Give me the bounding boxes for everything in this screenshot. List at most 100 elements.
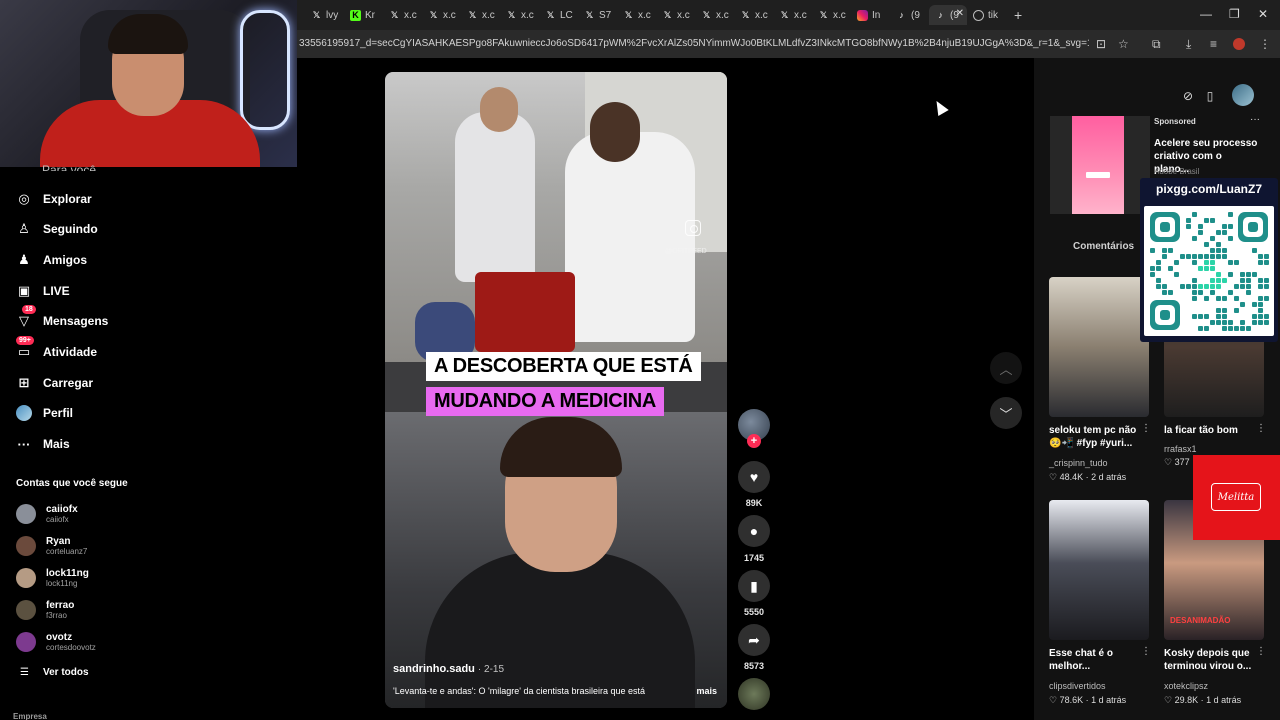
see-all-button[interactable]: ☰ Ver todos [20,667,89,678]
sidebar-item-atividade[interactable]: ▭ Atividade 99+ [16,336,97,362]
footer-company[interactable]: Empresa [13,712,47,720]
video-player[interactable]: @OFITFEED A DESCOBERTA QUE ESTÁ MUDANDO … [385,72,727,708]
browser-tab[interactable]: 𝕏x.c [383,5,422,25]
next-video-button[interactable]: ﹀ [990,397,1022,429]
music-disc-icon[interactable] [738,678,770,710]
more-link[interactable]: mais [696,686,717,696]
video-menu-icon[interactable]: ⋮ [1141,423,1151,434]
browser-tab[interactable]: In [851,5,890,25]
browser-tab[interactable]: ♪ (9 ✕ [929,5,967,25]
phone-icon[interactable]: ▯ [1200,86,1220,106]
sidebar-item-amigos[interactable]: ♟ Amigos [16,250,87,270]
video-user[interactable]: xotekclipsz [1164,681,1208,691]
qr-module [1252,314,1257,319]
extensions-icon[interactable]: ⧉ [1152,37,1161,52]
menu-dots-icon[interactable]: ⋮ [1259,37,1271,51]
browser-tab[interactable]: 𝕏 LC [539,5,578,25]
video-user[interactable]: _crispinn_tudo [1049,458,1108,468]
sidebar-item-mensagens[interactable]: ▽ Mensagens 18 [16,305,108,331]
browser-tab[interactable]: 𝕏x.c [734,5,773,25]
browser-tab[interactable]: 𝕏x.c [422,5,461,25]
profile-avatar-icon[interactable] [1233,38,1245,50]
posted-ago: 2 d atrás [1091,472,1127,482]
save-button[interactable]: ▮ [738,570,770,602]
video-title[interactable]: seloku tem pc não 🥺📲 #fyp #yuri... [1049,424,1149,450]
instagram-icon [685,220,701,236]
video-user[interactable]: clipsdivertidos [1049,681,1106,691]
share-button[interactable]: ➦ [738,624,770,656]
browser-tab[interactable]: 𝕏 S7 [578,5,617,25]
sidebar-item-live[interactable]: ▣ LIVE [16,281,70,301]
globe-icon [973,9,984,21]
followed-account[interactable]: ferrao f3rrao [16,598,74,622]
sidebar-item-perfil[interactable]: Perfil [16,403,73,423]
browser-tab[interactable]: 𝕏x.c [773,5,812,25]
qr-module [1258,308,1263,313]
account-name: ovotz [46,631,73,643]
browser-tab[interactable]: tik [967,5,1006,25]
video-thumbnail[interactable] [1049,277,1149,417]
browser-tab[interactable]: 𝕏lvy [305,5,344,25]
previous-video-button[interactable]: ︿ [990,352,1022,384]
video-stats: ♡ 29.8K · 1 d atrás [1164,695,1241,706]
followed-account[interactable]: lock11ng lock11ng [16,566,89,590]
url-field[interactable]: 33556195917_d=secCgYIASAHKAESPgo8FAkuwni… [299,38,1089,49]
video-user[interactable]: rrafasx1 [1164,444,1197,454]
close-window-icon[interactable]: ✕ [1258,7,1268,21]
sidebar-item-seguindo[interactable]: ♙ Seguindo [16,219,98,239]
like-button[interactable]: ♥ [738,461,770,493]
account-avatar[interactable] [1232,84,1254,106]
qr-module [1160,310,1170,320]
followed-account[interactable]: Ryan corteluanz7 [16,534,87,558]
browser-tab[interactable]: 𝕏x.c [500,5,539,25]
browser-tab[interactable]: 𝕏x.c [812,5,851,25]
minimize-icon[interactable]: — [1200,7,1212,21]
qr-module [1174,260,1179,265]
followed-account[interactable]: caiiofx caiiofx [16,502,78,526]
browser-tab[interactable]: 𝕏x.c [461,5,500,25]
download-icon[interactable]: ⤓ [1186,37,1191,52]
ad-menu-icon[interactable]: ··· [1250,114,1260,125]
video-thumbnail[interactable] [1049,500,1149,640]
qr-module [1168,266,1173,271]
video-title[interactable]: Kosky depois que terminou virou o... [1164,647,1264,673]
qr-module [1186,254,1191,259]
video-author[interactable]: sandrinho.sadu · 2-15 [393,663,504,675]
qr-module [1210,278,1215,283]
account-name: ferrao [46,599,75,611]
qr-module [1222,326,1227,331]
qr-module [1204,254,1209,259]
nav-cut-top[interactable]: Para você [42,163,96,171]
install-icon[interactable]: ⊡ [1096,37,1106,51]
qr-module [1192,296,1197,301]
video-title[interactable]: Esse chat é o melhor... [1049,647,1149,673]
new-tab-button[interactable]: + [1014,7,1022,23]
follow-plus-button[interactable]: + [747,434,761,448]
sidebar-item-label: Seguindo [43,222,98,236]
browser-tab[interactable]: 𝕏x.c [695,5,734,25]
video-menu-icon[interactable]: ⋮ [1256,423,1266,434]
save-count: 5550 [743,607,765,617]
browser-tab[interactable]: ♪ (9 [890,5,929,25]
rotate-icon[interactable]: ⊘ [1178,86,1198,106]
video-title[interactable]: la ficar tão bom [1164,424,1264,437]
tiktok-icon: ♪ [899,10,904,20]
browser-tab[interactable]: 𝕏x.c [617,5,656,25]
ad-thumbnail[interactable] [1050,116,1150,214]
comment-button[interactable]: ● [738,515,770,547]
sidebar-item-carregar[interactable]: ⊞ Carregar [16,373,93,393]
like-count: 78.6K [1059,695,1084,705]
qr-module [1258,296,1263,301]
browser-tab[interactable]: K Kr [344,5,383,25]
media-icon[interactable]: ≡ [1210,37,1217,51]
close-tab-icon[interactable]: ✕ [956,8,964,19]
browser-tab[interactable]: 𝕏x.c [656,5,695,25]
sidebar-item-explorar[interactable]: ◎ Explorar [16,189,91,209]
tab-comments[interactable]: Comentários [1073,241,1134,252]
maximize-icon[interactable]: ❐ [1229,7,1240,21]
bookmark-star-icon[interactable]: ☆ [1118,37,1129,51]
video-menu-icon[interactable]: ⋮ [1256,646,1266,657]
video-menu-icon[interactable]: ⋮ [1141,646,1151,657]
sidebar-item-mais[interactable]: ··· Mais [16,434,70,454]
followed-account[interactable]: ovotz cortesdoovotz [16,630,96,654]
